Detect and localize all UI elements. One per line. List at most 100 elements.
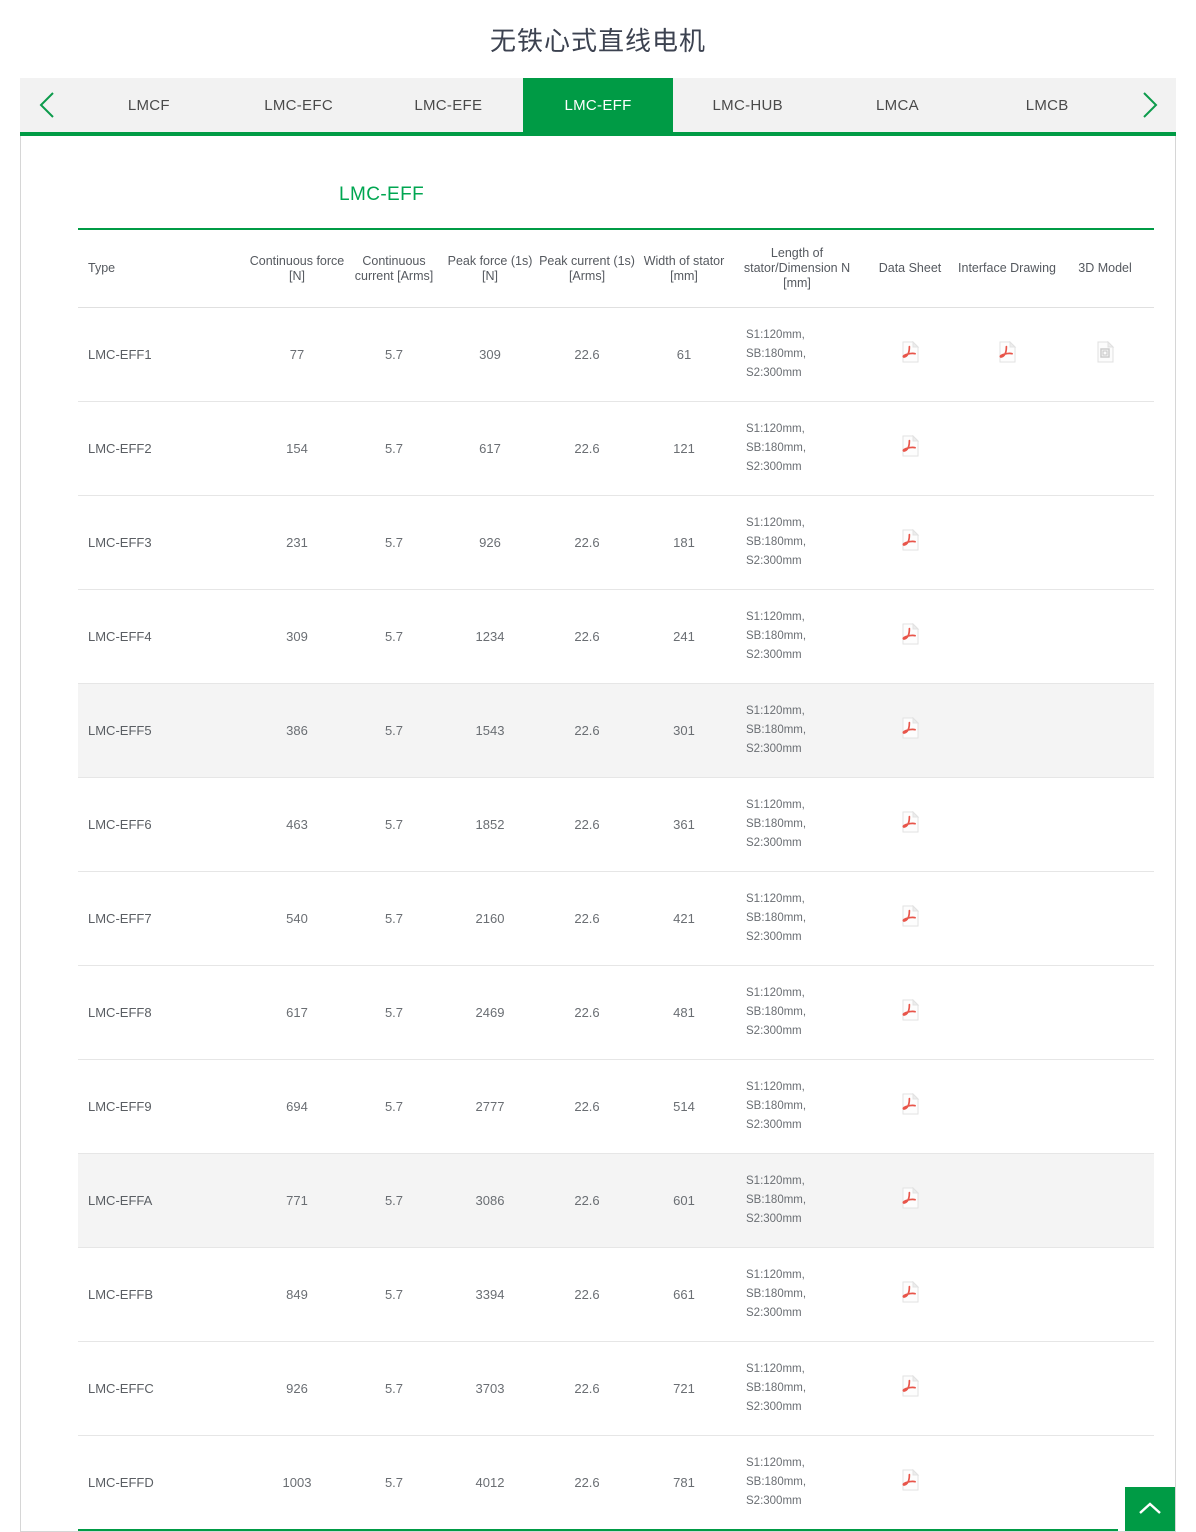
cell-peak-force: 3703	[442, 1341, 538, 1436]
cell-3d-model	[1056, 589, 1154, 684]
cell-data-sheet[interactable]	[862, 589, 958, 684]
cell-continuous-current: 5.7	[346, 1341, 442, 1436]
spec-table-wrapper: Type Continuous force [N] Continuous cur…	[21, 206, 1175, 1529]
cell-length-of-stator: S1:120mm, SB:180mm, S2:300mm	[746, 1457, 807, 1507]
cell-data-sheet[interactable]	[862, 777, 958, 872]
pdf-icon[interactable]	[901, 622, 920, 645]
pdf-icon[interactable]	[998, 340, 1017, 363]
cell-interface-drawing	[958, 777, 1056, 872]
table-row: LMC-EFF1 77 5.7 309 22.6 61 S1:120mm, SB:180mm,…	[78, 307, 1154, 402]
table-row: LMC-EFF2 154 5.7 617 22.6 121 S1:120mm, SB:180m…	[78, 401, 1154, 496]
pdf-icon[interactable]	[901, 1468, 920, 1491]
tab-lmca[interactable]: LMCA	[822, 78, 973, 132]
cell-data-sheet[interactable]	[862, 401, 958, 496]
cell-length-of-stator: S1:120mm, SB:180mm, S2:300mm	[732, 1341, 862, 1436]
cell-data-sheet[interactable]	[862, 871, 958, 966]
pdf-icon[interactable]	[901, 340, 920, 363]
cell-continuous-force: 1003	[282, 1474, 312, 1490]
3d-model-icon[interactable]	[1096, 340, 1115, 363]
tab-lmc-efe[interactable]: LMC-EFE	[373, 78, 524, 132]
cell-peak-force: 1852	[442, 777, 538, 872]
cell-type: LMC-EFF9	[78, 1059, 248, 1154]
cell-interface-drawing	[958, 965, 1056, 1060]
table-row: LMC-EFF6 463 5.7 1852 22.6 361 S1:120mm, SB:180…	[78, 777, 1154, 872]
cell-width-of-stator: 781	[673, 1474, 695, 1490]
tabs-prev-arrow[interactable]	[20, 78, 74, 132]
cell-peak-current: 22.6	[538, 495, 636, 590]
table-bottom-rule	[78, 1529, 1118, 1531]
cell-data-sheet[interactable]	[862, 1059, 958, 1154]
tab-lmc-efc[interactable]: LMC-EFC	[223, 78, 374, 132]
tabs-next-arrow[interactable]	[1122, 78, 1176, 132]
cell-3d-model[interactable]	[1056, 307, 1154, 402]
cell-data-sheet[interactable]	[862, 307, 958, 402]
chevron-right-icon	[1143, 92, 1158, 118]
pdf-icon[interactable]	[901, 810, 920, 833]
pdf-icon[interactable]	[901, 434, 920, 457]
cell-continuous-force: 849	[248, 1247, 346, 1342]
cell-peak-force: 3394	[442, 1247, 538, 1342]
cell-data-sheet[interactable]	[862, 1436, 958, 1530]
back-to-top-button[interactable]	[1125, 1487, 1175, 1531]
cell-interface-drawing	[958, 1059, 1056, 1154]
cell-peak-force: 2469	[442, 965, 538, 1060]
column-header-interface-drawing: Interface Drawing	[958, 228, 1056, 308]
table-row: LMC-EFFB 849 5.7 3394 22.6 661 S1:120mm, SB:180…	[78, 1247, 1154, 1342]
cell-data-sheet[interactable]	[862, 495, 958, 590]
chevron-up-icon	[1139, 1502, 1161, 1514]
cell-3d-model	[1056, 965, 1154, 1060]
cell-interface-drawing	[958, 1153, 1056, 1248]
cell-continuous-current: 5.7	[346, 1059, 442, 1154]
cell-width-of-stator: 121	[636, 401, 732, 496]
spec-table: Type Continuous force [N] Continuous cur…	[78, 228, 1154, 1529]
tab-lmc-eff[interactable]: LMC-EFF	[523, 78, 673, 132]
cell-length-of-stator: S1:120mm, SB:180mm, S2:300mm	[732, 1153, 862, 1248]
tab-lmcb[interactable]: LMCB	[972, 78, 1123, 132]
cell-data-sheet[interactable]	[862, 1341, 958, 1436]
cell-data-sheet[interactable]	[862, 1153, 958, 1248]
cell-data-sheet[interactable]	[862, 1247, 958, 1342]
pdf-icon[interactable]	[901, 1374, 920, 1397]
cell-continuous-force: 231	[248, 495, 346, 590]
pdf-icon[interactable]	[901, 716, 920, 739]
cell-continuous-current: 5.7	[346, 683, 442, 778]
pdf-icon[interactable]	[901, 1186, 920, 1209]
cell-interface-drawing[interactable]	[958, 307, 1056, 402]
chevron-left-icon	[39, 92, 54, 118]
cell-width-of-stator: 514	[636, 1059, 732, 1154]
cell-width-of-stator: 481	[636, 965, 732, 1060]
cell-data-sheet[interactable]	[862, 965, 958, 1060]
cell-width-of-stator: 421	[636, 871, 732, 966]
cell-peak-force: 3086	[442, 1153, 538, 1248]
pdf-icon[interactable]	[901, 1092, 920, 1115]
cell-continuous-force: 926	[248, 1341, 346, 1436]
pdf-icon[interactable]	[901, 904, 920, 927]
column-header-type: Type	[78, 228, 248, 308]
cell-width-of-stator: 301	[636, 683, 732, 778]
cell-continuous-force: 309	[248, 589, 346, 684]
pdf-icon[interactable]	[901, 528, 920, 551]
pdf-icon[interactable]	[901, 998, 920, 1021]
pdf-icon[interactable]	[901, 1280, 920, 1303]
table-row: LMC-EFFC 926 5.7 3703 22.6 721 S1:120mm, SB:180…	[78, 1341, 1154, 1436]
cell-width-of-stator: 61	[636, 307, 732, 402]
tab-lmcf[interactable]: LMCF	[74, 78, 224, 132]
cell-interface-drawing	[958, 683, 1056, 778]
cell-length-of-stator: S1:120mm, SB:180mm, S2:300mm	[732, 777, 862, 872]
table-row: LMC-EFFA 771 5.7 3086 22.6 601 S1:120mm, SB:180…	[78, 1153, 1154, 1248]
cell-peak-force: 1234	[442, 589, 538, 684]
cell-type: LMC-EFFC	[78, 1341, 248, 1436]
column-header-length-of-stator: Length of stator/Dimension N [mm]	[732, 228, 862, 308]
cell-data-sheet[interactable]	[862, 683, 958, 778]
cell-width-of-stator: 361	[636, 777, 732, 872]
cell-3d-model	[1056, 871, 1154, 966]
cell-continuous-current: 5.7	[346, 871, 442, 966]
cell-peak-current: 22.6	[538, 1153, 636, 1248]
tab-lmc-hub[interactable]: LMC-HUB	[672, 78, 823, 132]
cell-continuous-current: 5.7	[346, 401, 442, 496]
table-row: LMC-EFF5 386 5.7 1543 22.6 301 S1:120mm, SB:180…	[78, 683, 1154, 778]
cell-interface-drawing	[958, 1341, 1056, 1436]
cell-peak-current: 22.6	[538, 401, 636, 496]
cell-type: LMC-EFF1	[78, 307, 248, 402]
cell-interface-drawing	[958, 1247, 1056, 1342]
